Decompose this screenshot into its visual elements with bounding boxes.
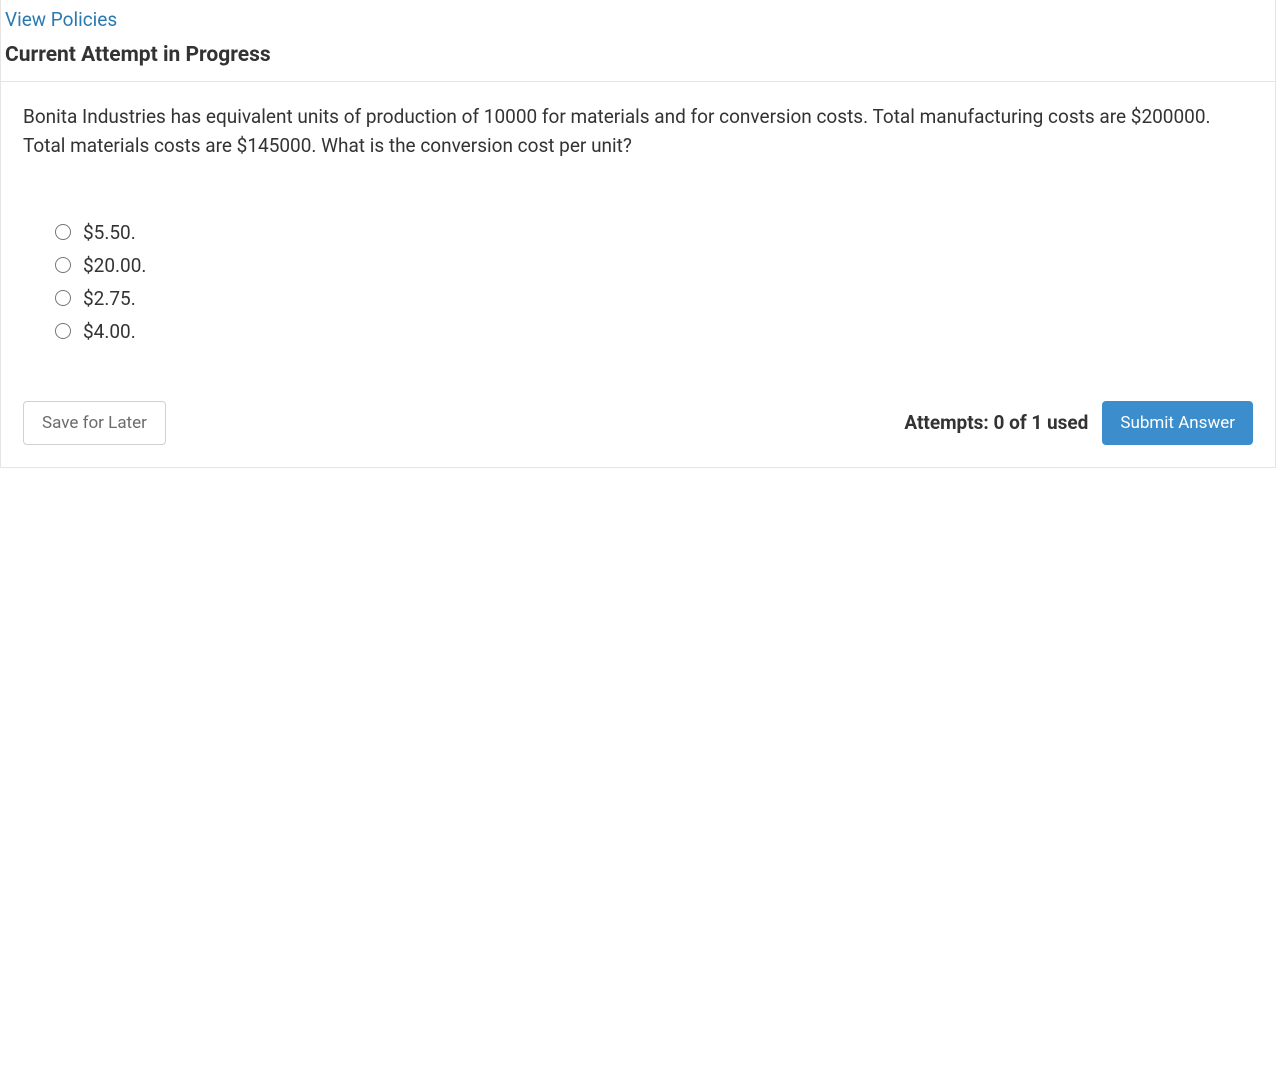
question-container: View Policies Current Attempt in Progres… bbox=[0, 0, 1276, 468]
question-area: Bonita Industries has equivalent units o… bbox=[1, 82, 1275, 381]
options-group: $5.50. $20.00. $2.75. $4.00. bbox=[23, 221, 1253, 343]
option-radio-1[interactable] bbox=[55, 224, 71, 240]
view-policies-link[interactable]: View Policies bbox=[1, 0, 121, 37]
question-text: Bonita Industries has equivalent units o… bbox=[23, 102, 1253, 161]
option-radio-2[interactable] bbox=[55, 257, 71, 273]
option-radio-4[interactable] bbox=[55, 323, 71, 339]
save-for-later-button[interactable]: Save for Later bbox=[23, 401, 166, 445]
footer-bar: Save for Later Attempts: 0 of 1 used Sub… bbox=[1, 381, 1275, 467]
option-label: $5.50. bbox=[83, 221, 136, 244]
option-label: $20.00. bbox=[83, 254, 146, 277]
option-row[interactable]: $5.50. bbox=[55, 221, 1253, 244]
option-row[interactable]: $20.00. bbox=[55, 254, 1253, 277]
option-row[interactable]: $4.00. bbox=[55, 320, 1253, 343]
section-heading: Current Attempt in Progress bbox=[1, 37, 1275, 82]
submit-answer-button[interactable]: Submit Answer bbox=[1102, 401, 1253, 445]
footer-right-group: Attempts: 0 of 1 used Submit Answer bbox=[904, 401, 1253, 445]
attempts-text: Attempts: 0 of 1 used bbox=[904, 411, 1088, 434]
option-label: $4.00. bbox=[83, 320, 136, 343]
option-row[interactable]: $2.75. bbox=[55, 287, 1253, 310]
option-label: $2.75. bbox=[83, 287, 136, 310]
option-radio-3[interactable] bbox=[55, 290, 71, 306]
